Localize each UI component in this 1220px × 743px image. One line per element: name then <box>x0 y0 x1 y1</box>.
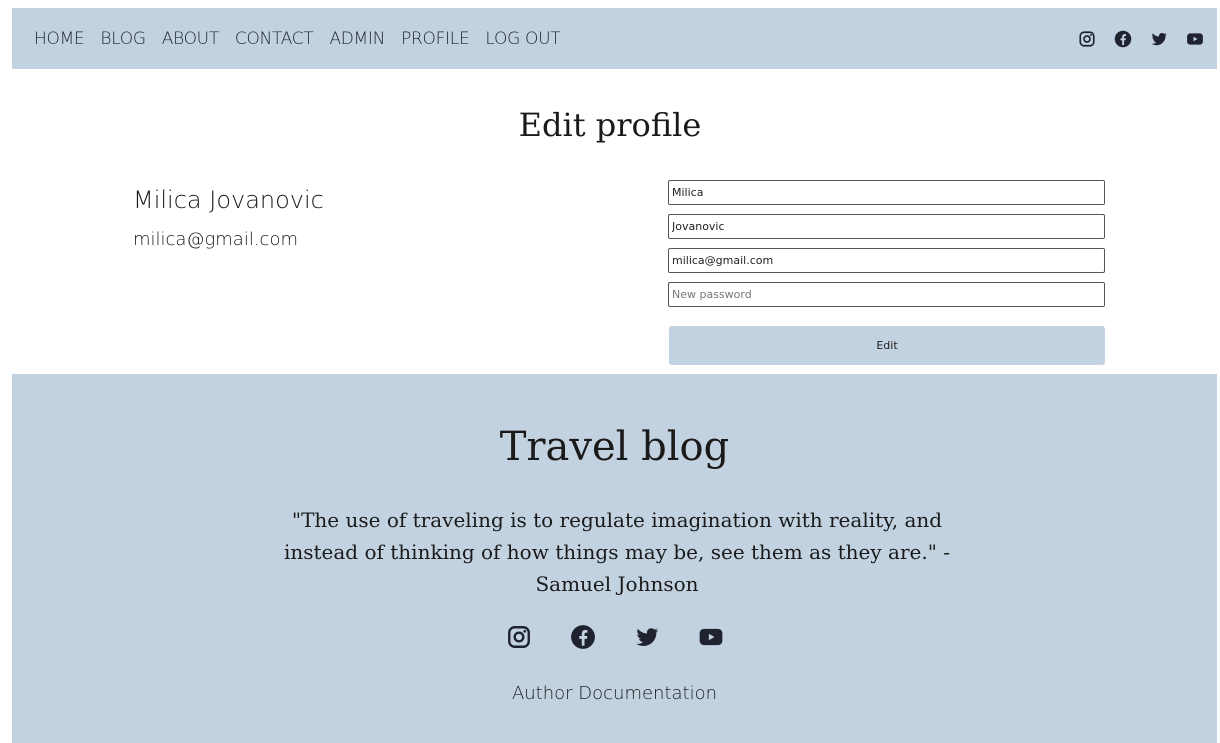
facebook-icon[interactable] <box>1114 30 1132 48</box>
edit-profile-form: Edit <box>668 180 1105 365</box>
nav-home-link[interactable]: HOME <box>34 29 85 49</box>
instagram-icon[interactable] <box>506 624 532 650</box>
nav-profile-link[interactable]: PROFILE <box>401 29 470 49</box>
nav-blog-link[interactable]: BLOG <box>100 29 146 49</box>
user-name: Milica Jovanovic <box>133 186 324 214</box>
nav-contact-link[interactable]: CONTACT <box>235 29 314 49</box>
footer-social-icons <box>12 624 1217 650</box>
youtube-icon[interactable] <box>1186 30 1204 48</box>
last-name-field[interactable] <box>668 214 1105 239</box>
email-field[interactable] <box>668 248 1105 273</box>
nav-logout-link[interactable]: LOG OUT <box>485 29 560 49</box>
instagram-icon[interactable] <box>1078 30 1096 48</box>
page-title: Edit profile <box>518 106 702 144</box>
first-name-field[interactable] <box>668 180 1105 205</box>
new-password-field[interactable] <box>668 282 1105 307</box>
youtube-icon[interactable] <box>698 624 724 650</box>
top-navbar: HOME BLOG ABOUT CONTACT ADMIN PROFILE LO… <box>12 8 1217 69</box>
facebook-icon[interactable] <box>570 624 596 650</box>
footer-title: Travel blog <box>499 424 730 470</box>
nav-admin-link[interactable]: ADMIN <box>329 29 385 49</box>
footer-quote: "The use of traveling is to regulate ima… <box>283 508 951 596</box>
nav-social-icons <box>1078 30 1204 48</box>
nav-about-link[interactable]: ABOUT <box>162 29 219 49</box>
footer: Travel blog "The use of traveling is to … <box>12 374 1217 743</box>
user-email: milica@gmail.com <box>133 229 298 250</box>
twitter-icon[interactable] <box>1150 30 1168 48</box>
nav-links: HOME BLOG ABOUT CONTACT ADMIN PROFILE LO… <box>34 29 576 49</box>
twitter-icon[interactable] <box>634 624 660 650</box>
edit-button[interactable]: Edit <box>669 326 1105 365</box>
author-documentation-link[interactable]: Author Documentation <box>12 683 1217 704</box>
